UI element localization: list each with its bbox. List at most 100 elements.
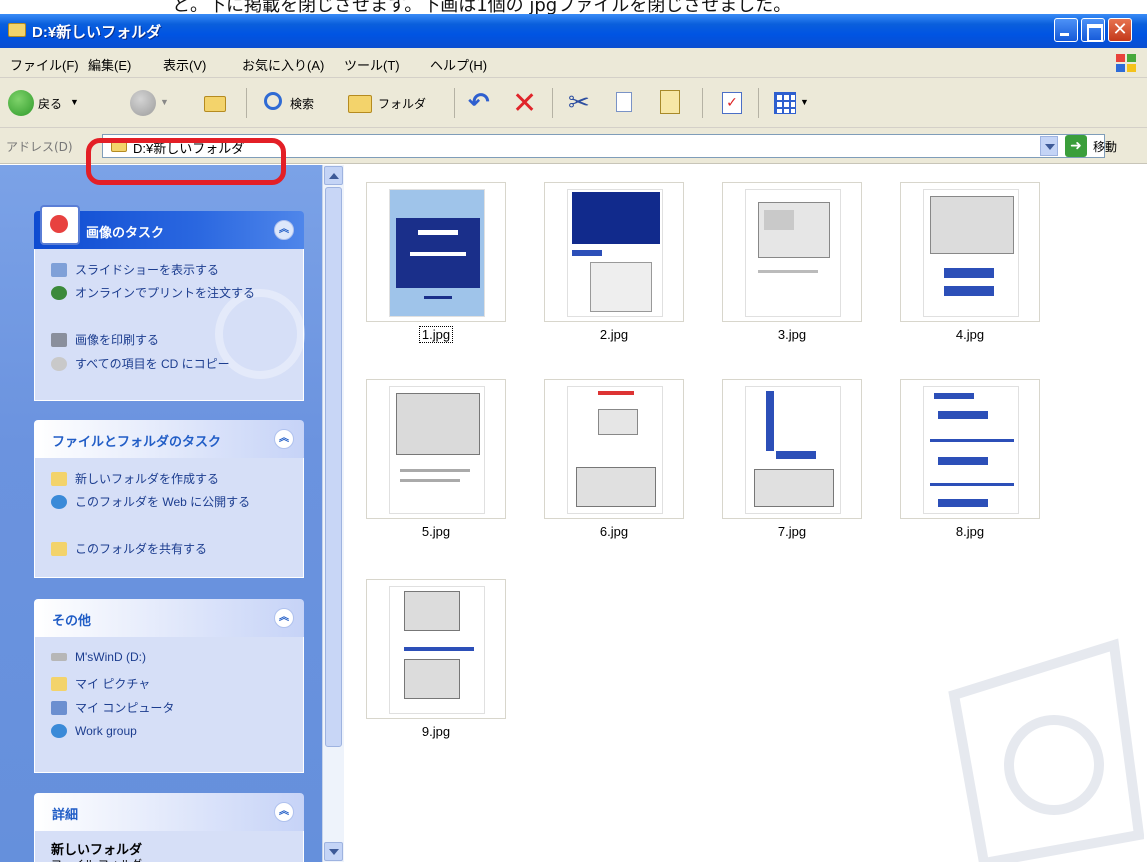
file-name: 1.jpg — [418, 326, 454, 343]
file-name: 2.jpg — [599, 327, 629, 342]
task-print[interactable]: 画像を印刷する — [51, 331, 159, 348]
details-header[interactable]: 詳細 ︽ — [34, 793, 304, 831]
file-name: 9.jpg — [421, 724, 451, 739]
address-label: アドレス(D) — [6, 140, 73, 154]
place-drive-d[interactable]: M'sWinD (D:) — [51, 649, 146, 664]
delete-icon: ✕ — [512, 86, 538, 121]
other-places-group: その他 ︽ M'sWinD (D:) マイ ピクチャ マイ コンピュータ Wor… — [34, 599, 304, 775]
scroll-up-button[interactable] — [324, 166, 343, 185]
cut-button[interactable]: ✂ — [564, 86, 598, 120]
place-my-computer[interactable]: マイ コンピュータ — [51, 699, 174, 716]
task-order-prints[interactable]: オンラインでプリントを注文する — [51, 285, 271, 300]
forward-button[interactable]: ▼ — [130, 86, 176, 120]
maximize-icon — [1082, 19, 1104, 42]
toolbar-separator — [702, 88, 703, 118]
details-body: 新しいフォルダ ファイル フォルダ — [34, 831, 304, 862]
windows-logo-icon — [1115, 53, 1137, 73]
new-folder-icon — [51, 471, 67, 486]
other-places-body: M'sWinD (D:) マイ ピクチャ マイ コンピュータ Work grou… — [34, 637, 304, 773]
menu-help[interactable]: ヘルプ(H) — [430, 55, 487, 74]
toolbar-separator — [246, 88, 247, 118]
watermark-icon — [948, 638, 1144, 862]
file-thumbnail — [544, 379, 684, 519]
details-title: 詳細 — [52, 808, 79, 823]
file-item[interactable]: 4.jpg — [900, 182, 1040, 348]
forward-arrow-icon — [130, 90, 156, 116]
task-share-folder[interactable]: このフォルダを共有する — [51, 540, 207, 557]
folder-icon — [8, 23, 26, 37]
file-view: 1.jpg 2.jpg 3.jpg 4.jpg 5.jpg 6.jpg 7.jp… — [344, 165, 1147, 862]
caption-text: と。下に掲載を閉じさせます。下画は1個の jpgファイルを閉じさせました。 — [172, 0, 792, 14]
other-places-header[interactable]: その他 ︽ — [34, 599, 304, 637]
place-workgroup[interactable]: Work group — [51, 723, 137, 738]
paste-icon — [660, 90, 680, 114]
toolbar-separator — [758, 88, 759, 118]
thumbnail-page — [567, 386, 663, 514]
collapse-icon[interactable]: ︽ — [274, 608, 294, 628]
address-dropdown-button[interactable] — [1040, 136, 1058, 156]
file-item[interactable]: 3.jpg — [722, 182, 862, 348]
thumbnail-page — [923, 386, 1019, 514]
address-input[interactable]: D:¥新しいフォルダ — [102, 134, 1105, 158]
menu-favorites[interactable]: お気に入り(A) — [242, 55, 324, 74]
file-item[interactable]: 7.jpg — [722, 379, 862, 545]
properties-icon: ✓ — [722, 92, 742, 114]
scroll-thumb[interactable] — [325, 187, 342, 747]
undo-button[interactable]: ↶ — [466, 86, 500, 120]
file-item[interactable]: 5.jpg — [366, 379, 506, 545]
task-new-folder[interactable]: 新しいフォルダを作成する — [51, 470, 219, 487]
maximize-button[interactable] — [1081, 18, 1105, 42]
file-item[interactable]: 9.jpg — [366, 579, 506, 745]
search-label: 検索 — [290, 97, 315, 111]
views-button[interactable]: ▼ — [770, 86, 816, 120]
collapse-icon[interactable]: ︽ — [274, 429, 294, 449]
close-button[interactable]: ✕ — [1108, 18, 1132, 42]
delete-button[interactable]: ✕ — [508, 86, 542, 121]
go-button[interactable]: ➜ 移動 — [1063, 134, 1145, 158]
task-copy-cd[interactable]: すべての項目を CD にコピー — [51, 355, 230, 372]
menu-edit[interactable]: 編集(E) — [88, 55, 131, 74]
file-tasks-header[interactable]: ファイルとフォルダのタスク ︽ — [34, 420, 304, 458]
copy-button[interactable] — [610, 86, 644, 120]
picture-tasks-header[interactable]: 画像のタスク ︽ — [34, 205, 304, 249]
go-arrow-icon: ➜ — [1065, 135, 1087, 157]
menu-view[interactable]: 表示(V) — [163, 55, 206, 74]
scroll-down-button[interactable] — [324, 842, 343, 861]
task-pane-scrollbar[interactable] — [322, 165, 344, 862]
slideshow-icon — [51, 262, 67, 277]
thumbnail-page — [389, 189, 485, 317]
properties-button[interactable]: ✓ — [716, 86, 750, 120]
file-thumbnail — [900, 182, 1040, 322]
file-item[interactable]: 6.jpg — [544, 379, 684, 545]
folder-icon — [111, 140, 127, 152]
back-button[interactable]: 戻る ▼ — [8, 86, 86, 120]
search-button[interactable]: 検索 — [262, 86, 340, 120]
menu-file[interactable]: ファイル(F) — [10, 55, 79, 74]
order-prints-icon — [51, 285, 67, 300]
minimize-button[interactable] — [1054, 18, 1078, 42]
toolbar-separator — [454, 88, 455, 118]
folders-button[interactable]: フォルダ — [346, 86, 446, 120]
file-item[interactable]: 2.jpg — [544, 182, 684, 348]
cd-icon — [51, 356, 67, 371]
other-places-title: その他 — [52, 614, 92, 629]
file-item[interactable]: 8.jpg — [900, 379, 1040, 545]
forward-dropdown-icon: ▼ — [160, 97, 169, 107]
collapse-icon[interactable]: ︽ — [274, 220, 294, 240]
web-publish-icon — [51, 494, 67, 509]
title-bar[interactable]: D:¥新しいフォルダ ✕ — [0, 14, 1147, 48]
collapse-icon[interactable]: ︽ — [274, 802, 294, 822]
task-slideshow[interactable]: スライドショーを表示する — [51, 261, 219, 278]
up-folder-button[interactable] — [200, 86, 234, 120]
file-tasks-body: 新しいフォルダを作成する このフォルダを Web に公開する このフォルダを共有… — [34, 458, 304, 578]
menu-tools[interactable]: ツール(T) — [344, 55, 400, 74]
file-item[interactable]: 1.jpg — [366, 182, 506, 348]
toolbar: 戻る ▼ ▼ 検索 フォルダ ↶ ✕ ✂ ✓ ▼ — [0, 78, 1147, 128]
thumbnail-page — [923, 189, 1019, 317]
go-label: 移動 — [1093, 140, 1118, 154]
place-my-pictures[interactable]: マイ ピクチャ — [51, 675, 150, 692]
paste-button[interactable] — [654, 86, 688, 120]
picture-tasks-icon — [40, 205, 80, 245]
my-computer-icon — [51, 700, 67, 715]
task-publish-web[interactable]: このフォルダを Web に公開する — [51, 494, 271, 509]
